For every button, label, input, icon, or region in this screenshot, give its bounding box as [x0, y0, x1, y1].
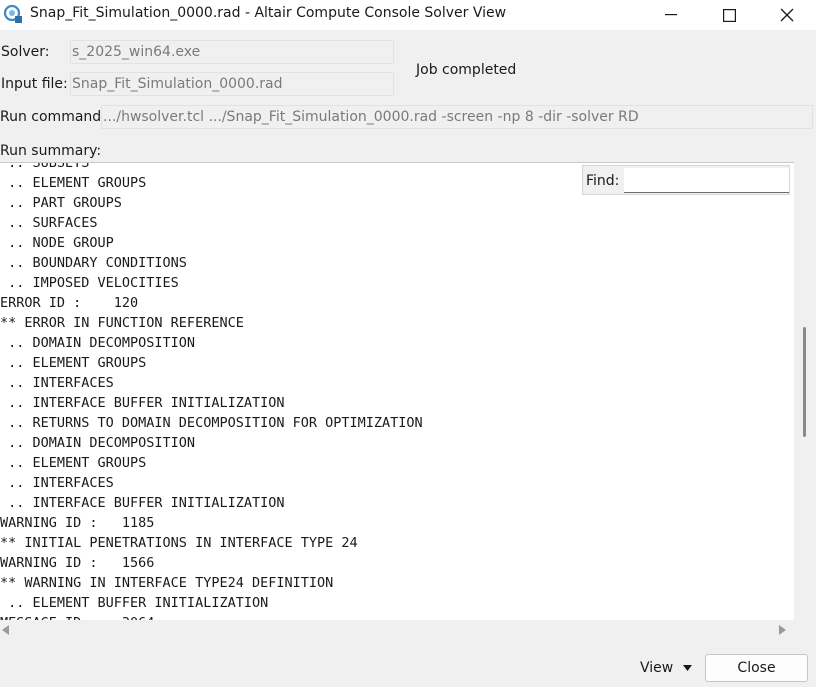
minimize-icon — [665, 14, 677, 16]
find-label: Find: — [586, 173, 620, 189]
log-line: .. SUBSETS — [0, 162, 90, 171]
log-line: .. NODE GROUP — [0, 235, 114, 251]
minimize-button[interactable] — [642, 0, 700, 30]
close-window-button[interactable] — [758, 0, 816, 30]
find-input[interactable] — [624, 168, 789, 193]
log-line: .. INTERFACE BUFFER INITIALIZATION — [0, 495, 285, 511]
run-command-label: Run command: — [0, 109, 106, 125]
vertical-scroll-thumb[interactable] — [803, 327, 806, 437]
close-button[interactable]: Close — [705, 654, 808, 682]
log-line: .. INTERFACES — [0, 375, 114, 391]
horizontal-scrollbar[interactable] — [0, 620, 795, 640]
log-line: .. PART GROUPS — [0, 195, 122, 211]
log-line: .. IMPOSED VELOCITIES — [0, 275, 179, 291]
title-bar: Snap_Fit_Simulation_0000.rad - Altair Co… — [0, 0, 816, 30]
maximize-button[interactable] — [700, 0, 758, 30]
log-line: .. ELEMENT GROUPS — [0, 175, 147, 191]
log-line: .. SURFACES — [0, 215, 98, 231]
scroll-right-icon[interactable] — [778, 625, 786, 635]
chevron-down-icon — [683, 665, 693, 671]
log-line: .. ELEMENT BUFFER INITIALIZATION — [0, 595, 269, 611]
log-line: WARNING ID : 1185 — [0, 515, 155, 531]
log-line: .. INTERFACE BUFFER INITIALIZATION — [0, 395, 285, 411]
input-file-label: Input file: — [1, 76, 68, 92]
log-line: MESSAGE ID : 3064 — [0, 613, 154, 620]
view-label: View — [640, 660, 674, 676]
input-file-field[interactable]: Snap_Fit_Simulation_0000.rad — [70, 72, 394, 96]
log-line: .. ELEMENT GROUPS — [0, 355, 147, 371]
find-bar: Find: — [582, 165, 790, 195]
solver-field[interactable]: s_2025_win64.exe — [70, 40, 394, 64]
log-line: .. RETURNS TO DOMAIN DECOMPOSITION FOR O… — [0, 415, 423, 431]
run-summary-console[interactable]: .. SUBSETS .. ELEMENT GROUPS .. PART GRO… — [0, 162, 794, 620]
log-line: ERROR ID : 120 — [0, 295, 139, 311]
log-line: .. DOMAIN DECOMPOSITION — [0, 435, 196, 451]
altair-compute-console-icon — [3, 4, 23, 24]
log-line: .. INTERFACES — [0, 475, 114, 491]
job-status-text: Job completed — [416, 62, 517, 78]
close-icon — [780, 8, 794, 22]
run-summary-label: Run summary: — [0, 143, 102, 159]
solver-label: Solver: — [1, 44, 50, 60]
run-command-field[interactable]: .../hwsolver.tcl .../Snap_Fit_Simulation… — [101, 105, 813, 129]
log-line: .. BOUNDARY CONDITIONS — [0, 255, 187, 271]
log-line: WARNING ID : 1566 — [0, 555, 155, 571]
maximize-icon — [722, 8, 736, 22]
scroll-left-icon[interactable] — [2, 625, 10, 635]
vertical-scrollbar[interactable] — [795, 162, 816, 620]
log-line: .. DOMAIN DECOMPOSITION — [0, 335, 196, 351]
log-line: .. ELEMENT GROUPS — [0, 455, 147, 471]
window-title: Snap_Fit_Simulation_0000.rad - Altair Co… — [30, 5, 507, 21]
log-line: ** WARNING IN INTERFACE TYPE24 DEFINITIO… — [0, 575, 334, 591]
log-line: ** INITIAL PENETRATIONS IN INTERFACE TYP… — [0, 535, 358, 551]
log-line: ** ERROR IN FUNCTION REFERENCE — [0, 315, 244, 331]
view-menu-button[interactable]: View — [634, 654, 700, 682]
